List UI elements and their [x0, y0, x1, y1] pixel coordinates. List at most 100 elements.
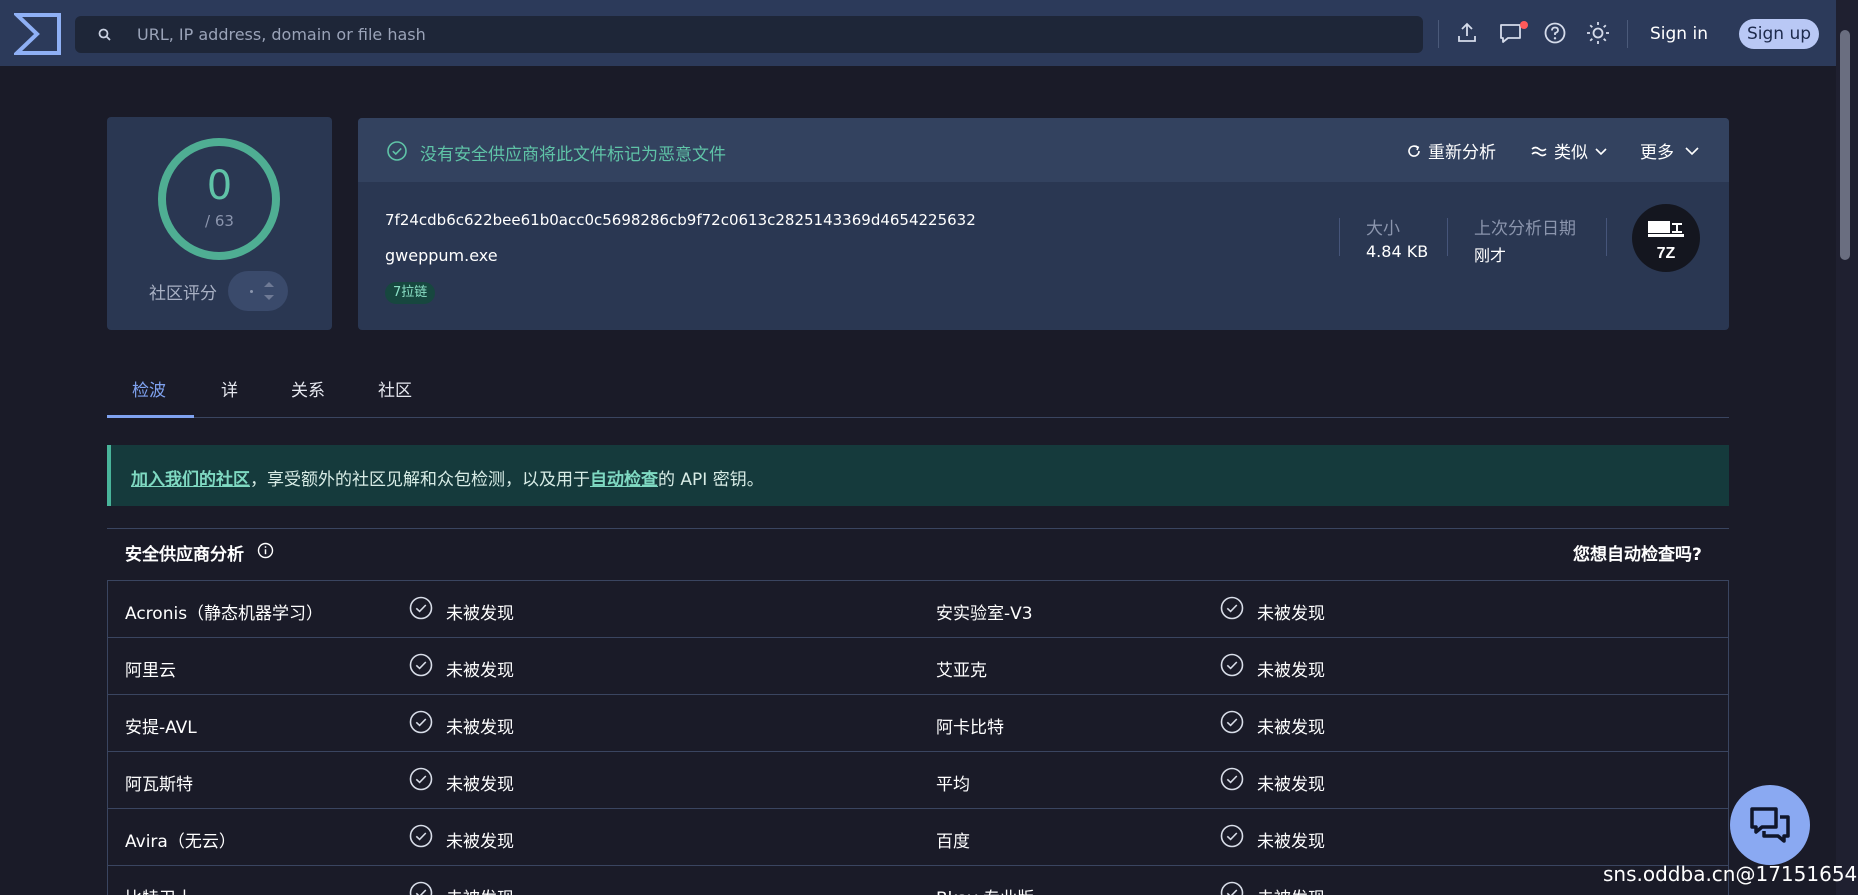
- tab-community[interactable]: 社区: [378, 376, 412, 401]
- similar-icon: [1531, 146, 1547, 156]
- check-circle-icon: [1220, 767, 1244, 791]
- last-analysis-value: 刚才: [1474, 246, 1507, 265]
- section-divider: [107, 528, 1729, 529]
- vendor-result: 未被发现: [446, 884, 514, 895]
- active-tab-indicator: [107, 415, 194, 418]
- vendor-name: 艾亚克: [936, 661, 987, 681]
- sign-in-link[interactable]: Sign in: [1650, 20, 1708, 48]
- similar-dropdown[interactable]: 类似: [1530, 138, 1609, 163]
- check-circle-icon: [409, 710, 433, 734]
- sign-up-button[interactable]: Sign up: [1739, 19, 1819, 49]
- check-circle-icon: [409, 653, 433, 677]
- banner-text: 加入我们的社区，享受额外的社区见解和众包检测，以及用于自动检查的 API 密钥。: [131, 465, 764, 490]
- check-circle-icon: [409, 596, 433, 620]
- vendor-result: 未被发现: [1257, 604, 1325, 624]
- automate-checks-prompt[interactable]: 您想自动检查吗?: [1573, 540, 1702, 565]
- vendor-result: 未被发现: [446, 775, 514, 795]
- upvote-arrow-icon[interactable]: [264, 282, 274, 287]
- check-circle-icon: [1220, 596, 1244, 620]
- chat-support-button[interactable]: [1730, 785, 1810, 865]
- vendor-row: 阿里云 未被发现 艾亚克 未被发现: [108, 638, 1728, 695]
- detection-total: / 63: [205, 212, 234, 230]
- virustotal-logo-icon[interactable]: [14, 12, 62, 56]
- search-icon: [98, 28, 111, 41]
- vendor-name: Acronis（静态机器学习）: [125, 604, 324, 624]
- chevron-down-icon: [1595, 147, 1607, 155]
- vendor-result: 未被发现: [446, 604, 514, 624]
- theme-toggle-sun-icon[interactable]: [1585, 20, 1611, 46]
- vendor-name: 安实验室-V3: [936, 604, 1033, 624]
- vendor-name: 比特卫士: [125, 884, 193, 895]
- detection-score-card: 0 / 63 社区评分: [107, 117, 332, 330]
- banner-text-1: ，享受额外的社区见解和众包检测，以及用于: [250, 470, 590, 490]
- verdict-header: 没有安全供应商将此文件标记为恶意文件 重新分析 类似 更多: [358, 118, 1729, 182]
- refresh-icon: [1408, 144, 1420, 157]
- vendor-result: 未被发现: [1257, 884, 1325, 895]
- vendor-row: Avira（无云） 未被发现 百度 未被发现: [108, 809, 1728, 866]
- check-circle-icon: [1220, 653, 1244, 677]
- divider: [1627, 20, 1628, 48]
- scrollbar-thumb[interactable]: [1840, 30, 1850, 260]
- similar-label: 类似: [1554, 143, 1588, 163]
- last-analysis-label: 上次分析日期: [1474, 219, 1576, 239]
- divider: [1438, 20, 1439, 48]
- check-circle-icon: [1220, 824, 1244, 848]
- check-circle-icon: [387, 141, 407, 161]
- file-tag[interactable]: 7拉链: [385, 282, 436, 304]
- more-dropdown[interactable]: 更多: [1640, 138, 1701, 163]
- divider: [1339, 218, 1340, 256]
- verdict-text: 没有安全供应商将此文件标记为恶意文件: [420, 145, 726, 165]
- downvote-arrow-icon[interactable]: [264, 295, 274, 300]
- banner-text-2: 的 API 密钥。: [658, 470, 764, 490]
- vendor-result: 未被发现: [1257, 775, 1325, 795]
- vendor-results-table: Acronis（静态机器学习） 未被发现 安实验室-V3 未被发现 阿里云 未被发现 艾亚克…: [107, 580, 1729, 895]
- vendor-result: 未被发现: [446, 832, 514, 852]
- vendor-row: 比特卫士 未被发现 Bkav 专业版 未被发现: [108, 866, 1728, 895]
- vendor-name: 平均: [936, 775, 970, 795]
- tab-relations[interactable]: 关系: [291, 376, 325, 401]
- file-name: gweppum.exe: [385, 246, 498, 265]
- vendor-result: 未被发现: [446, 718, 514, 738]
- size-label: 大小: [1366, 219, 1400, 239]
- check-circle-icon: [1220, 710, 1244, 734]
- archive-7z-icon: 7Z: [1648, 221, 1684, 262]
- chevron-down-icon: [1685, 146, 1699, 155]
- vendor-row: Acronis（静态机器学习） 未被发现 安实验室-V3 未被发现: [108, 581, 1728, 638]
- community-score-vote[interactable]: [228, 271, 288, 311]
- reanalyze-label: 重新分析: [1428, 143, 1496, 163]
- vendor-name: 阿里云: [125, 661, 176, 681]
- file-type-text: 7Z: [1657, 245, 1676, 262]
- tabs-divider: [107, 417, 1729, 418]
- check-circle-icon: [409, 824, 433, 848]
- top-bar: Sign in Sign up: [0, 0, 1836, 66]
- search-input[interactable]: [137, 16, 1397, 53]
- vendor-result: 未被发现: [1257, 661, 1325, 681]
- divider: [1606, 218, 1607, 256]
- vendor-name: 百度: [936, 832, 970, 852]
- vendor-result: 未被发现: [1257, 718, 1325, 738]
- info-icon[interactable]: [257, 542, 274, 559]
- reanalyze-button[interactable]: 重新分析: [1406, 138, 1496, 163]
- file-hash[interactable]: 7f24cdb6c622bee61b0acc0c5698286cb9f72c06…: [385, 211, 976, 229]
- check-circle-icon: [1220, 881, 1244, 895]
- help-icon[interactable]: [1542, 20, 1568, 46]
- file-info-card: 没有安全供应商将此文件标记为恶意文件 重新分析 类似 更多 7f24cdb6c6…: [358, 118, 1729, 330]
- file-type-badge: 7Z: [1632, 204, 1700, 272]
- vendor-name: 阿卡比特: [936, 718, 1004, 738]
- vendor-name: Bkav 专业版: [936, 884, 1034, 895]
- watermark-text: sns.oddba.cn@17151654: [1603, 862, 1858, 886]
- vendor-result: 未被发现: [1257, 832, 1325, 852]
- more-label: 更多: [1640, 143, 1674, 163]
- vendor-row: 阿瓦斯特 未被发现 平均 未被发现: [108, 752, 1728, 809]
- chat-bubbles-icon: [1750, 807, 1790, 843]
- tab-details[interactable]: 详: [221, 376, 238, 401]
- upload-icon[interactable]: [1454, 20, 1480, 46]
- vendor-name: Avira（无云）: [125, 832, 236, 852]
- vendor-analysis-title: 安全供应商分析: [125, 545, 244, 565]
- vendor-name: 安提-AVL: [125, 718, 197, 738]
- search-bar[interactable]: [75, 16, 1423, 53]
- check-circle-icon: [409, 881, 433, 895]
- join-community-link[interactable]: 加入我们的社区: [131, 470, 250, 490]
- automate-checks-link[interactable]: 自动检查: [590, 470, 658, 490]
- tab-detection[interactable]: 检波: [132, 376, 166, 401]
